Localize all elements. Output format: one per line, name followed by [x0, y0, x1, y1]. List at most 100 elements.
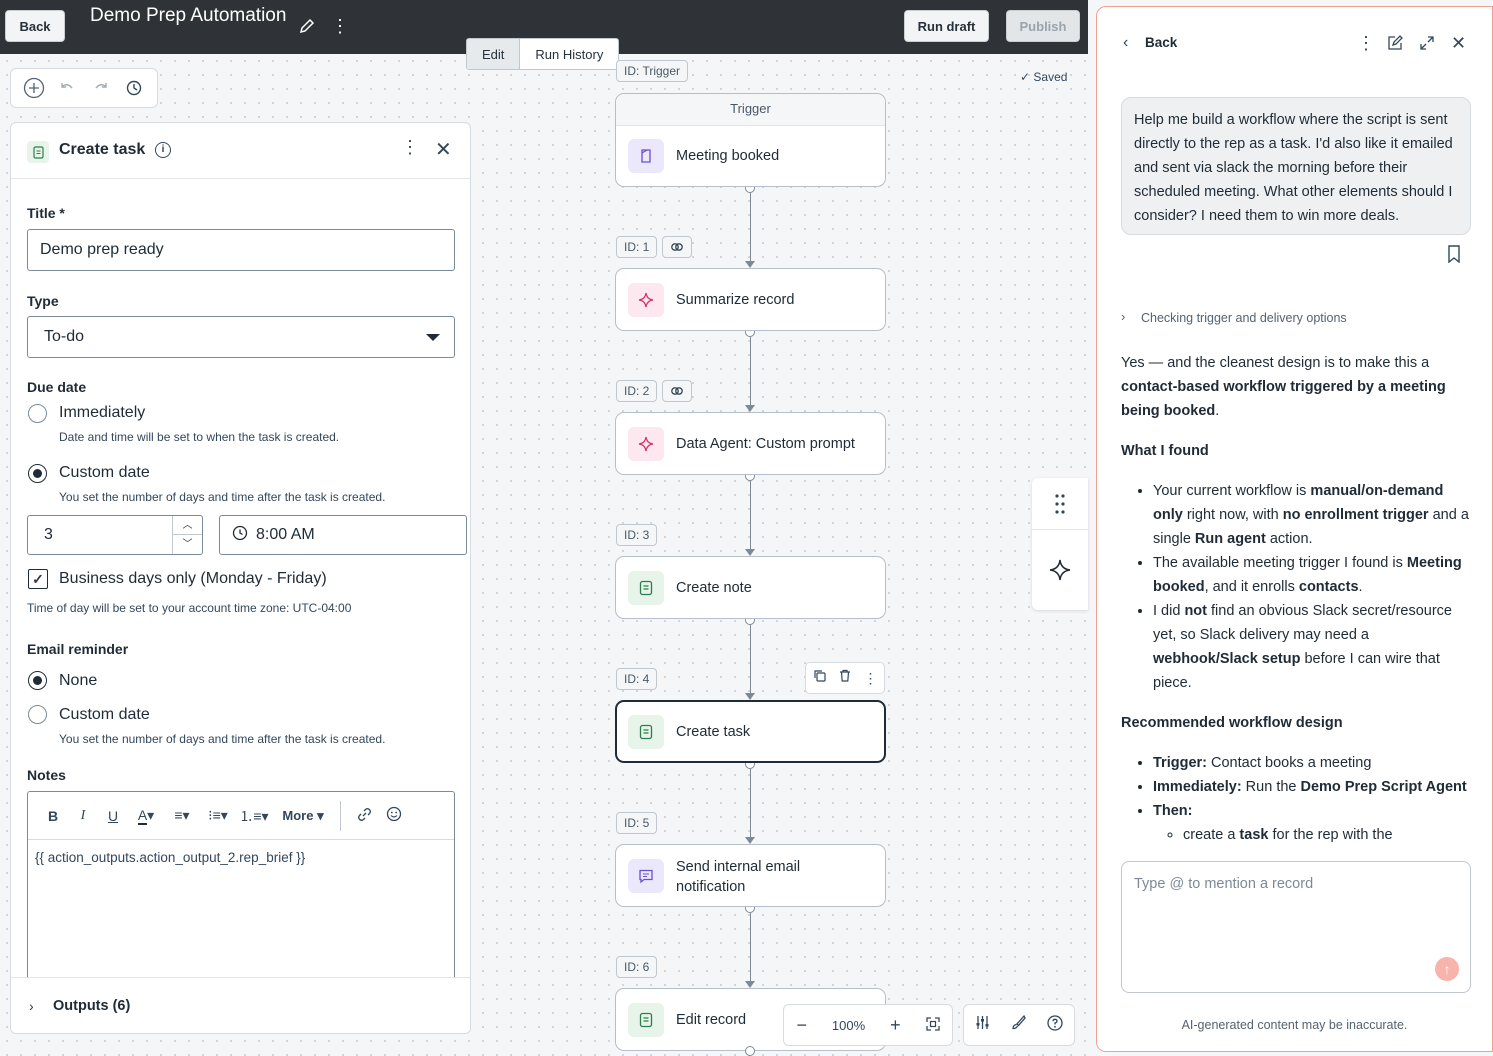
- link-icon[interactable]: [349, 807, 379, 825]
- saved-status: ✓ Saved: [1020, 70, 1068, 84]
- days-stepper[interactable]: 3 ︿ ﹀: [27, 515, 203, 555]
- tab-edit[interactable]: Edit: [467, 39, 521, 69]
- stepper-controls: ︿ ﹀: [172, 516, 202, 554]
- zoom-in-icon[interactable]: +: [890, 1015, 901, 1036]
- run-draft-button[interactable]: Run draft: [904, 10, 989, 42]
- underline-icon[interactable]: U: [98, 808, 128, 824]
- node-label: Summarize record: [676, 292, 795, 308]
- edit-title-icon[interactable]: [298, 17, 316, 35]
- history-icon[interactable]: [123, 77, 145, 99]
- chat-input[interactable]: Type @ to mention a record: [1121, 861, 1471, 993]
- more-label: More: [282, 807, 314, 823]
- link-icon[interactable]: [662, 380, 692, 402]
- chevron-down-icon[interactable]: ﹀: [173, 535, 202, 554]
- business-days-label: Business days only (Monday - Friday): [59, 570, 327, 587]
- new-chat-icon[interactable]: [1387, 35, 1403, 56]
- record-icon: [628, 571, 664, 605]
- notes-content[interactable]: {{ action_outputs.action_output_2.rep_br…: [28, 840, 454, 875]
- align-icon[interactable]: ≡▾: [164, 807, 200, 824]
- more-options-icon[interactable]: ⋮: [401, 137, 419, 158]
- node-trigger[interactable]: Trigger Meeting booked: [615, 93, 886, 187]
- send-icon[interactable]: ↑: [1435, 957, 1459, 981]
- node-id-4: ID: 4: [616, 668, 658, 690]
- due-immediately-label: Immediately: [59, 404, 146, 421]
- outputs-section[interactable]: › Outputs (6): [11, 977, 470, 1033]
- node-send-email[interactable]: Send internal email notification: [615, 844, 886, 907]
- node-create-task[interactable]: Create task: [615, 700, 886, 763]
- list-item: Then: create a task for the rep with the: [1153, 799, 1473, 847]
- node-label: Data Agent: Custom prompt: [676, 436, 855, 452]
- back-button[interactable]: Back: [5, 10, 65, 42]
- view-tabs: Edit Run History: [466, 38, 620, 70]
- more-options-icon[interactable]: ⋮: [331, 14, 349, 38]
- type-select[interactable]: To-do: [27, 316, 455, 358]
- publish-button[interactable]: Publish: [1006, 10, 1080, 42]
- copy-icon[interactable]: [813, 669, 826, 687]
- more-dropdown[interactable]: More ▾: [278, 808, 328, 824]
- bullet-list-icon[interactable]: ⁝≡▾: [200, 807, 236, 824]
- reminder-custom-radio[interactable]: [28, 705, 47, 724]
- text-color-icon[interactable]: A▾: [128, 807, 164, 825]
- zoom-out-icon[interactable]: −: [796, 1015, 807, 1036]
- reminder-none-radio[interactable]: [28, 671, 47, 690]
- time-input[interactable]: 8:00 AM: [219, 515, 467, 555]
- redo-icon[interactable]: [90, 77, 112, 99]
- panel-title: Create task: [59, 141, 146, 158]
- more-options-icon[interactable]: ⋮: [1357, 33, 1375, 54]
- message-icon: [628, 859, 664, 893]
- due-custom-radio[interactable]: [28, 464, 47, 483]
- add-icon[interactable]: [23, 77, 45, 99]
- bookmark-icon[interactable]: [1447, 245, 1461, 268]
- thinking-step[interactable]: Checking trigger and delivery options: [1141, 311, 1347, 325]
- numbered-list-icon[interactable]: ⒈≡▾: [236, 806, 272, 826]
- info-icon[interactable]: i: [155, 142, 171, 158]
- due-immediately-radio[interactable]: [28, 404, 47, 423]
- settings-sliders-icon[interactable]: [975, 1015, 990, 1035]
- connector-dot: [745, 1046, 755, 1056]
- emoji-icon[interactable]: [379, 806, 409, 825]
- close-icon[interactable]: ✕: [435, 137, 452, 162]
- drag-handle-icon[interactable]: [1032, 478, 1088, 530]
- panel-header: Create task i ⋮ ✕: [11, 123, 470, 179]
- delete-icon[interactable]: [839, 669, 851, 687]
- node-id-3: ID: 3: [616, 524, 658, 546]
- record-icon: [628, 1003, 664, 1037]
- caret-down-icon: [426, 334, 440, 341]
- expand-icon[interactable]: [1419, 35, 1435, 56]
- italic-icon[interactable]: I: [68, 808, 98, 824]
- response-intro: Yes — and the cleanest design is to make…: [1121, 355, 1446, 419]
- ai-assistant-panel: ‹ Back ⋮ ✕ Help me build a workflow wher…: [1096, 6, 1493, 1052]
- node-summarize-record[interactable]: Summarize record: [615, 268, 886, 331]
- user-message: Help me build a workflow where the scrip…: [1121, 97, 1471, 235]
- bold-icon[interactable]: B: [38, 808, 68, 824]
- chevron-up-icon[interactable]: ︿: [173, 516, 202, 535]
- zoom-level: 100%: [831, 1017, 866, 1033]
- node-create-note[interactable]: Create note: [615, 556, 886, 619]
- more-options-icon[interactable]: ⋮: [864, 670, 878, 687]
- fit-screen-icon[interactable]: [925, 1016, 940, 1034]
- workflow-title[interactable]: Demo Prep Automation: [90, 4, 290, 27]
- ai-sparkle-icon[interactable]: [1032, 550, 1088, 590]
- business-days-checkbox[interactable]: ✓: [28, 569, 48, 589]
- node-id-trigger: ID: Trigger: [616, 60, 689, 82]
- brush-icon[interactable]: [1011, 1014, 1026, 1035]
- node-data-agent[interactable]: Data Agent: Custom prompt: [615, 412, 886, 475]
- connector-arrow: [745, 405, 755, 412]
- title-input[interactable]: Demo prep ready: [27, 229, 455, 271]
- connector-arrow: [745, 837, 755, 844]
- undo-icon[interactable]: [56, 77, 78, 99]
- tab-run-history[interactable]: Run History: [520, 39, 618, 69]
- chevron-left-icon[interactable]: ‹: [1123, 34, 1128, 52]
- response-heading: Recommended workflow design: [1121, 715, 1343, 731]
- sparkle-icon: [628, 427, 664, 461]
- close-icon[interactable]: ✕: [1451, 33, 1466, 54]
- link-icon[interactable]: [662, 236, 692, 258]
- list-item: The available meeting trigger I found is…: [1153, 551, 1473, 599]
- assistant-back-button[interactable]: Back: [1145, 35, 1177, 50]
- list-item: create a task for the rep with the: [1183, 823, 1473, 847]
- chevron-right-icon[interactable]: ›: [1121, 309, 1125, 324]
- disclaimer: AI-generated content may be inaccurate.: [1181, 1018, 1408, 1032]
- node-id-2: ID: 2: [616, 380, 658, 402]
- node-label: Create note: [676, 580, 752, 596]
- help-icon[interactable]: [1047, 1014, 1063, 1036]
